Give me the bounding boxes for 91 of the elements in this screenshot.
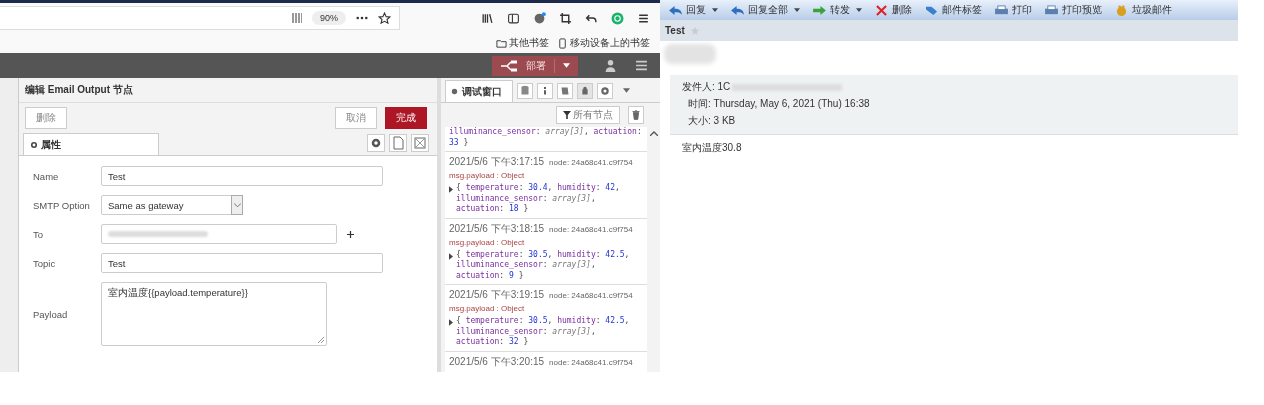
- payload-object: illuminance_sensor: array[3], actuation: 33 }: [449, 127, 643, 148]
- resize-handle-icon[interactable]: [318, 337, 324, 343]
- star-icon[interactable]: [689, 25, 700, 36]
- tag-icon: [924, 4, 939, 16]
- toolbar-button[interactable]: 回复: [668, 3, 718, 17]
- message-type: msg.payload : Object: [449, 171, 526, 180]
- toolbar-button[interactable]: 打印: [994, 3, 1032, 17]
- expand-icon[interactable]: [449, 319, 453, 326]
- toolbar-button[interactable]: 邮件标签: [924, 3, 982, 17]
- cancel-button[interactable]: 取消: [335, 107, 377, 129]
- text-field[interactable]: Test: [101, 253, 383, 273]
- toolbar-button[interactable]: 打印预览: [1044, 3, 1102, 17]
- blurred-sender-mask: [664, 44, 716, 64]
- properties-tab[interactable]: 属性: [23, 133, 159, 155]
- scroll-up-icon[interactable]: [649, 131, 658, 136]
- node-id: node: 24a68c41.c9f754: [549, 291, 633, 300]
- field-label: To: [33, 228, 45, 240]
- account-icon[interactable]: [533, 11, 546, 25]
- more-icon[interactable]: [356, 16, 368, 20]
- expand-icon[interactable]: [449, 252, 453, 260]
- forward-arrow-icon: [812, 4, 827, 16]
- dropdown[interactable]: Same as gateway: [101, 195, 243, 215]
- deploy-button[interactable]: 部署: [492, 55, 578, 76]
- field-label: SMTP Option: [33, 199, 91, 211]
- deploy-icon: [500, 59, 518, 72]
- meta-text: 发件人: 1C: [682, 80, 731, 94]
- message-type: msg.payload : Object: [449, 304, 526, 313]
- frame-icon[interactable]: [411, 134, 429, 152]
- user-icon[interactable]: [604, 59, 617, 72]
- library-icon[interactable]: [481, 11, 494, 25]
- phone-icon: [557, 37, 568, 49]
- field-label: Name: [33, 170, 60, 182]
- animal-icon: [1114, 4, 1129, 16]
- caret-icon[interactable]: [794, 8, 800, 12]
- message-timestamp: 2021/5/6 下午3:18:15: [449, 221, 545, 236]
- payload-object: { temperature: 30.4, humidity: 42, illuminance_sensor: array[3], actuation: 18 }: [456, 183, 621, 215]
- add-icon[interactable]: [347, 230, 354, 238]
- chevron-down-icon: [233, 202, 241, 208]
- crop-icon[interactable]: [559, 11, 572, 25]
- star-icon[interactable]: [378, 11, 391, 25]
- toolbar-button[interactable]: 回复全部: [730, 3, 800, 17]
- field-label: Payload: [33, 308, 69, 320]
- caret-icon[interactable]: [623, 88, 630, 93]
- caret-icon[interactable]: [712, 8, 718, 12]
- meta-text: 大小: 3 KB: [688, 114, 736, 128]
- trash-icon[interactable]: [628, 106, 644, 124]
- printer-icon: [994, 4, 1009, 16]
- debug-tab[interactable]: 调试窗口: [445, 80, 513, 102]
- bookmark-folder[interactable]: 其他书签: [509, 36, 549, 50]
- node-id: node: 24a68c41.c9f754: [549, 224, 633, 234]
- message-timestamp: 2021/5/6 下午3:20:15: [449, 354, 545, 369]
- payload-object: { temperature: 30.5, humidity: 42.5, illuminance_sensor: array[3], actuation: 9 }: [456, 249, 631, 281]
- toolbar-button[interactable]: 删除: [874, 3, 912, 17]
- message-type: msg.payload : Object: [449, 237, 526, 247]
- mail-body: 室内温度30.8: [670, 134, 1238, 161]
- field-label: Topic: [33, 257, 57, 269]
- toolbar-button[interactable]: 垃圾邮件: [1114, 3, 1172, 17]
- done-button[interactable]: 完成: [385, 107, 427, 129]
- email-field[interactable]: [101, 224, 337, 244]
- payload-textarea[interactable]: 室内温度{{payload.temperature}}: [101, 282, 327, 346]
- zoom-level-badge[interactable]: 90%: [312, 11, 346, 25]
- reply-arrow-icon: [668, 4, 683, 16]
- settings-icon[interactable]: [367, 134, 385, 152]
- mail-subject: Test: [665, 25, 685, 36]
- sidebar-icon[interactable]: [507, 11, 520, 25]
- delete-button[interactable]: 删除: [25, 107, 67, 129]
- message-timestamp: 2021/5/6 下午3:19:15: [449, 288, 545, 302]
- panel-title: 编辑 Email Output 节点: [19, 78, 437, 103]
- expand-icon[interactable]: [449, 186, 453, 193]
- caret-icon[interactable]: [563, 63, 570, 68]
- address-bar[interactable]: 90%: [0, 6, 400, 30]
- payload-object: { temperature: 30.5, humidity: 42.5, illuminance_sensor: array[3], actuation: 32 }: [456, 316, 631, 348]
- caret-icon[interactable]: [856, 8, 862, 12]
- filter-button[interactable]: 所有节点: [556, 106, 620, 124]
- cross-icon: [874, 4, 889, 16]
- bookmark-folder[interactable]: 移动设备上的书签: [570, 36, 650, 50]
- database-icon[interactable]: [517, 83, 533, 99]
- reply-all-arrow-icon: [730, 4, 745, 16]
- message-timestamp: 2021/5/6 下午3:17:15: [449, 155, 545, 169]
- node-id: node: 24a68c41.c9f754: [549, 357, 633, 367]
- settings-icon[interactable]: [597, 83, 613, 99]
- filter-icon: [563, 111, 571, 119]
- toolbar-button[interactable]: 转发: [812, 3, 862, 17]
- printer-icon: [1044, 4, 1059, 16]
- folder-icon: [496, 37, 507, 49]
- qr-code-icon[interactable]: [292, 13, 302, 23]
- meta-text: 时间: Thursday, May 6, 2021 (Thu) 16:38: [688, 97, 870, 111]
- extension-icon[interactable]: [611, 11, 624, 25]
- info-icon[interactable]: [537, 83, 553, 99]
- text-field[interactable]: Test: [101, 166, 383, 186]
- node-id: node: 24a68c41.c9f754: [549, 158, 633, 167]
